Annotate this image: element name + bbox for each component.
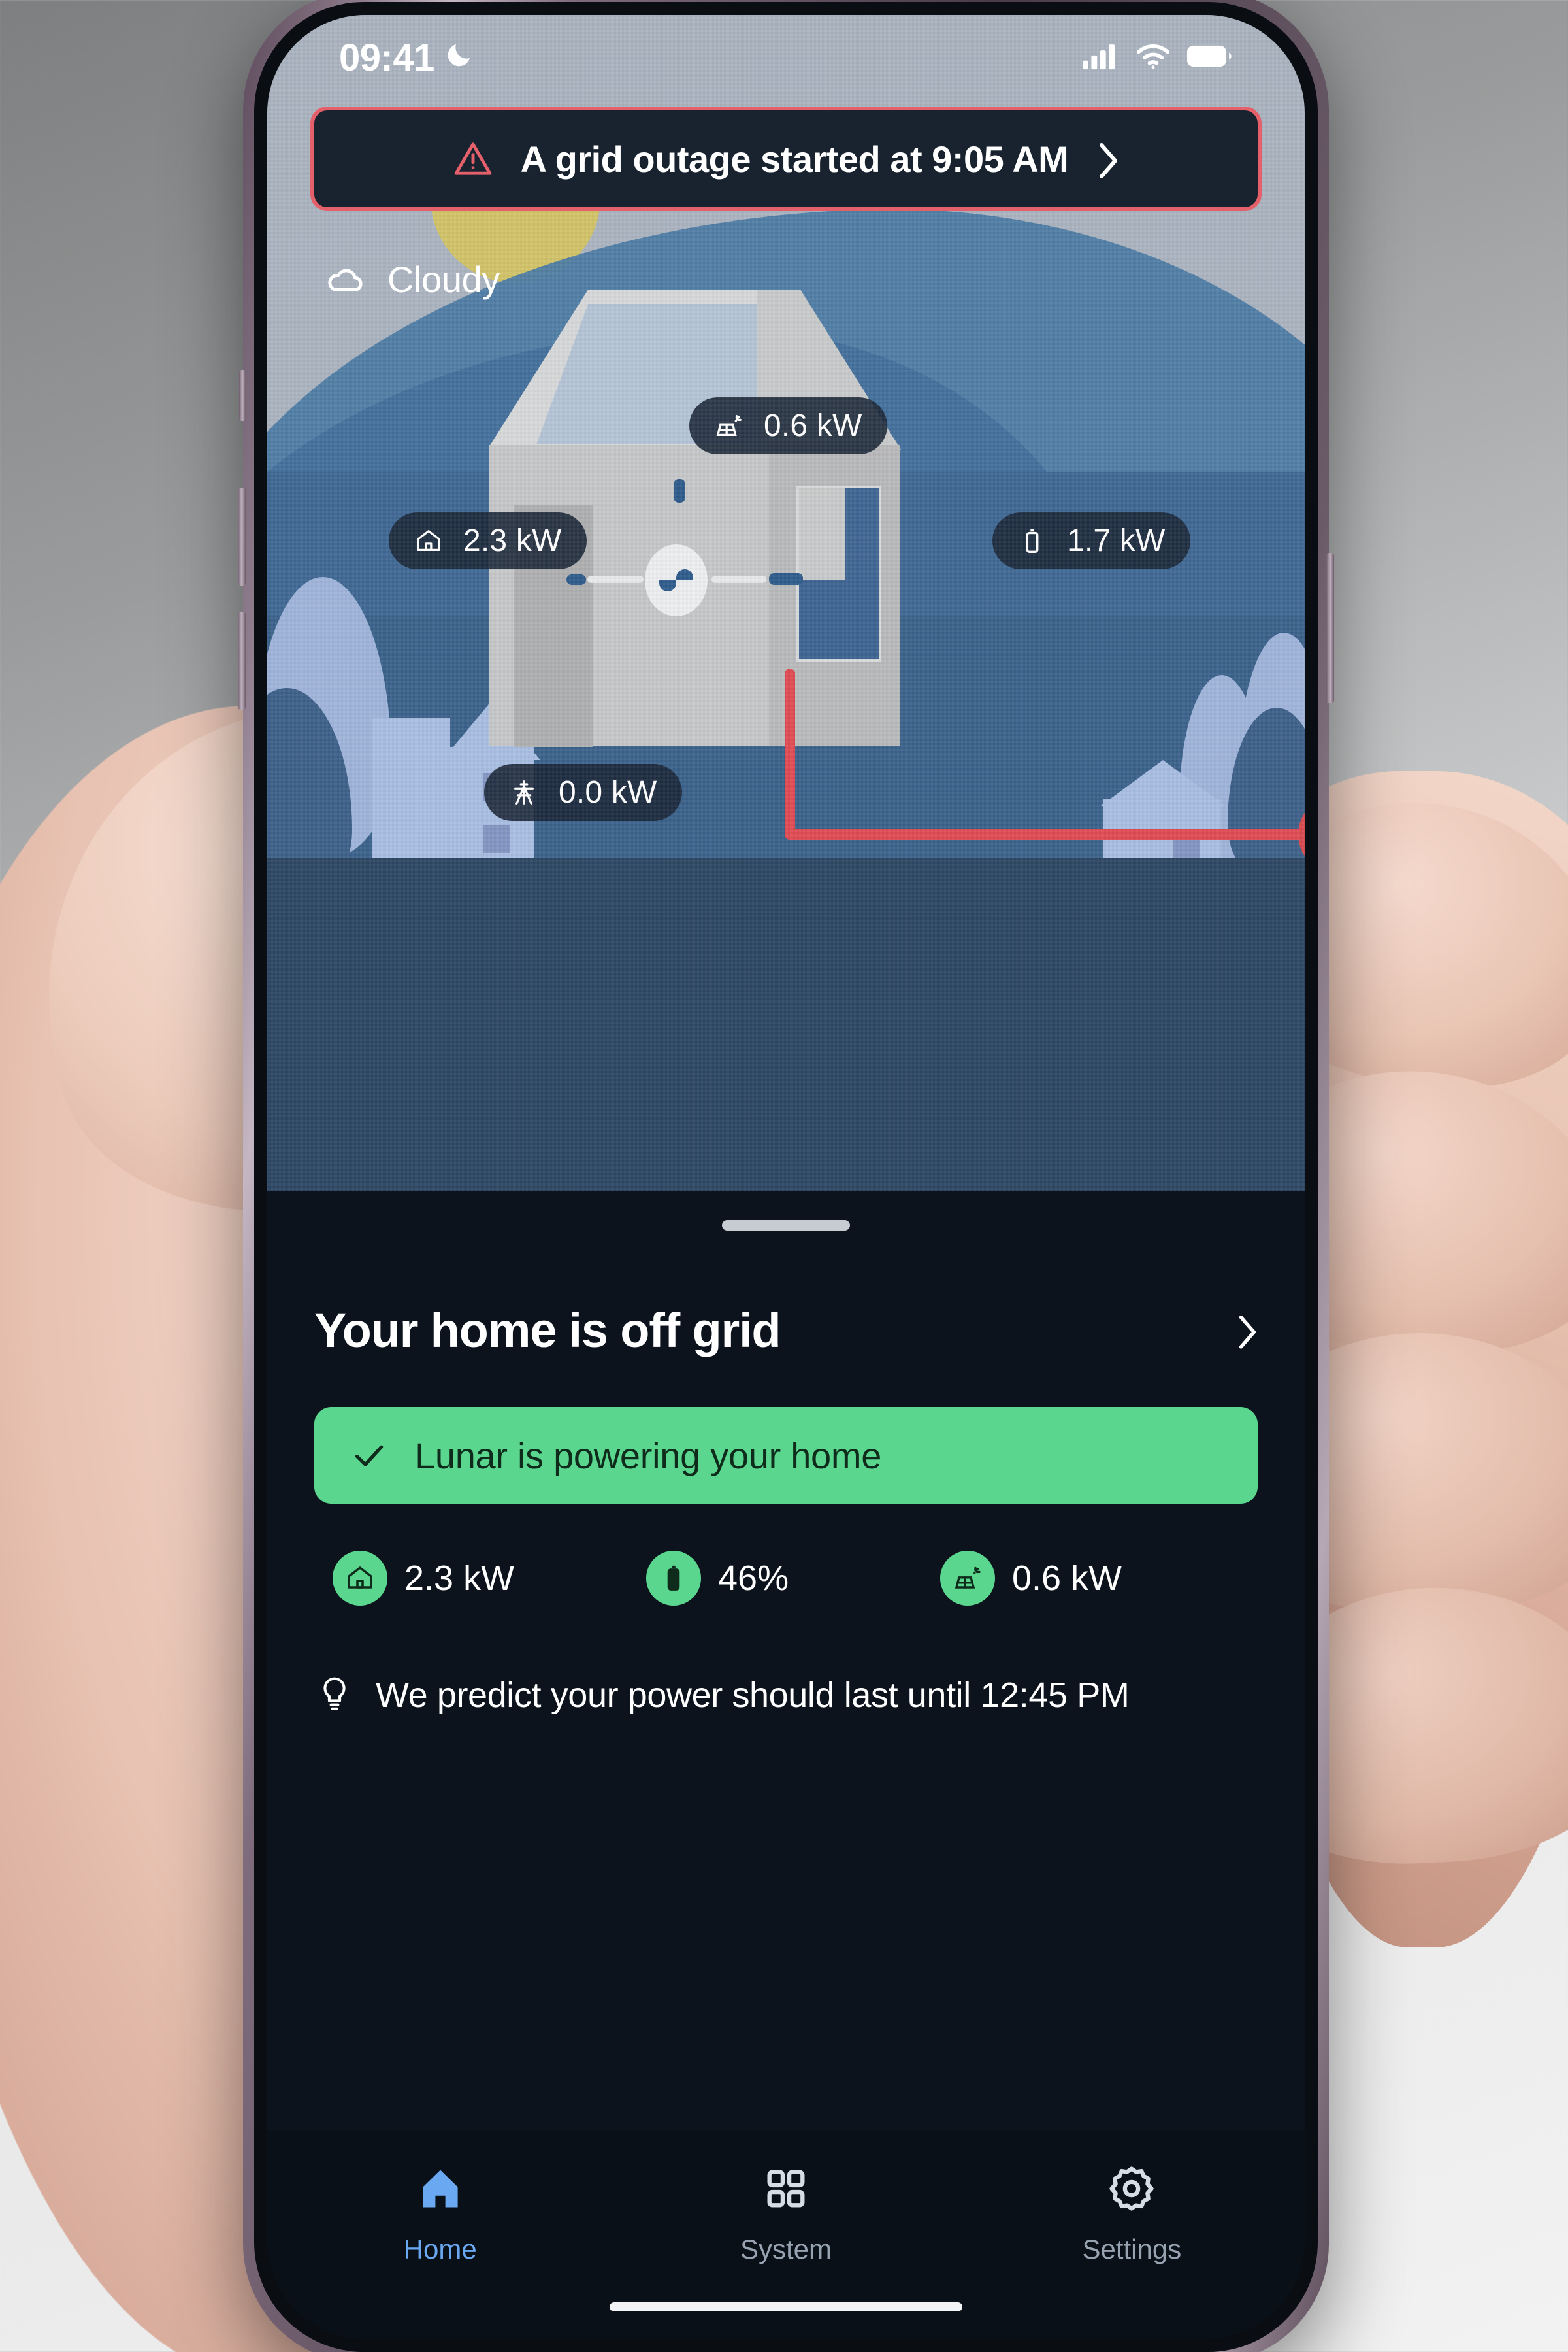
pill-battery[interactable]: 1.7 kW xyxy=(992,512,1190,569)
flow-wire-right xyxy=(711,576,766,583)
battery-vertical-icon xyxy=(1017,526,1047,556)
stat-battery-value: 46% xyxy=(718,1559,789,1598)
pill-solar[interactable]: 0.6 kW xyxy=(689,397,887,454)
moon-icon xyxy=(444,36,475,80)
pill-home-value: 2.3 kW xyxy=(463,523,562,558)
stat-home[interactable]: 2.3 kW xyxy=(333,1551,646,1606)
solar-panel-icon xyxy=(714,411,744,441)
gear-icon xyxy=(1107,2164,1156,2217)
battery-unit-top xyxy=(845,488,879,584)
lightbulb-icon xyxy=(317,1675,352,1715)
flow-dot-top xyxy=(674,479,685,503)
volume-down-button[interactable] xyxy=(238,612,246,710)
weather-label: Cloudy xyxy=(387,259,500,300)
pill-solar-value: 0.6 kW xyxy=(764,408,862,443)
volume-up-button[interactable] xyxy=(238,488,246,586)
drag-handle[interactable] xyxy=(722,1220,850,1231)
status-bar-time-group: 09:41 xyxy=(339,36,475,80)
house-battery-unit xyxy=(796,486,881,662)
status-time: 09:41 xyxy=(339,36,434,79)
battery-icon xyxy=(1186,41,1233,75)
pill-grid-value: 0.0 kW xyxy=(559,775,657,810)
power-button[interactable] xyxy=(1326,553,1334,703)
solar-filled-icon xyxy=(940,1551,995,1606)
phone-bezel: 0.6 kW 2.3 kW 1.7 kW 0.0 kW 09:41 A grid… xyxy=(254,2,1318,2352)
cellular-signal-icon xyxy=(1083,41,1120,75)
powering-status-banner[interactable]: Lunar is powering your home xyxy=(314,1407,1258,1504)
pill-home[interactable]: 2.3 kW xyxy=(389,512,587,569)
ground-layer-3 xyxy=(267,858,1305,1191)
warning-triangle-icon xyxy=(453,139,493,179)
home-outline-icon xyxy=(414,526,444,556)
stats-row: 2.3 kW 46% 0.6 kW xyxy=(333,1551,1239,1606)
tab-system[interactable]: System xyxy=(613,2164,958,2265)
home-filled-icon xyxy=(333,1551,387,1606)
tab-system-label: System xyxy=(740,2234,832,2264)
flow-dot-left xyxy=(566,574,586,585)
stat-solar[interactable]: 0.6 kW xyxy=(940,1551,1122,1606)
prediction-row: We predict your power should last until … xyxy=(317,1675,1266,1715)
energy-hub-icon xyxy=(645,544,708,616)
tab-settings-label: Settings xyxy=(1082,2234,1182,2264)
bottom-sheet: Your home is off grid Lunar is powering … xyxy=(267,1191,1305,2339)
stat-home-value: 2.3 kW xyxy=(404,1559,515,1598)
home-indicator-bar[interactable] xyxy=(610,2302,962,2311)
cloud-icon xyxy=(325,259,365,300)
mute-switch[interactable] xyxy=(239,370,246,421)
tab-settings[interactable]: Settings xyxy=(959,2164,1305,2265)
prediction-text: We predict your power should last until … xyxy=(376,1676,1130,1715)
neighbor-window-left-2 xyxy=(483,825,510,853)
weather-indicator[interactable]: Cloudy xyxy=(325,258,500,301)
chevron-right-icon xyxy=(1096,141,1119,178)
grid-squares-icon xyxy=(761,2164,811,2217)
bottom-tab-bar: Home System Settings xyxy=(267,2130,1305,2339)
transmission-tower-icon xyxy=(509,778,539,808)
tab-home[interactable]: Home xyxy=(267,2164,613,2265)
flow-dot-right xyxy=(769,573,803,585)
stat-battery[interactable]: 46% xyxy=(646,1551,940,1606)
status-bar-indicators xyxy=(1083,41,1233,75)
banner-text: Lunar is powering your home xyxy=(415,1434,882,1476)
phone-device: 0.6 kW 2.3 kW 1.7 kW 0.0 kW 09:41 A grid… xyxy=(238,0,1334,2352)
pill-battery-value: 1.7 kW xyxy=(1067,523,1166,558)
sheet-header[interactable]: Your home is off grid xyxy=(314,1302,1258,1358)
alert-text: A grid outage started at 9:05 AM xyxy=(520,138,1069,180)
battery-filled-icon xyxy=(646,1551,701,1606)
hub-swirl-glyph xyxy=(659,569,693,591)
stat-solar-value: 0.6 kW xyxy=(1012,1559,1122,1598)
tab-home-label: Home xyxy=(403,2234,477,2264)
grid-outage-alert-banner[interactable]: A grid outage started at 9:05 AM xyxy=(310,107,1262,211)
grid-disconnect-line-horizontal xyxy=(785,829,1305,840)
chevron-right-icon xyxy=(1235,1314,1258,1349)
battery-unit-fill xyxy=(799,580,879,659)
status-bar: 09:41 xyxy=(267,15,1305,100)
home-tab-icon xyxy=(416,2164,465,2217)
check-icon xyxy=(351,1437,387,1474)
phone-screen: 0.6 kW 2.3 kW 1.7 kW 0.0 kW 09:41 A grid… xyxy=(267,15,1305,2339)
page-title: Your home is off grid xyxy=(314,1303,781,1357)
wifi-icon xyxy=(1135,41,1171,75)
flow-wire-left xyxy=(587,576,644,583)
pill-grid[interactable]: 0.0 kW xyxy=(484,764,682,821)
grid-disconnect-line-vertical xyxy=(785,669,795,838)
